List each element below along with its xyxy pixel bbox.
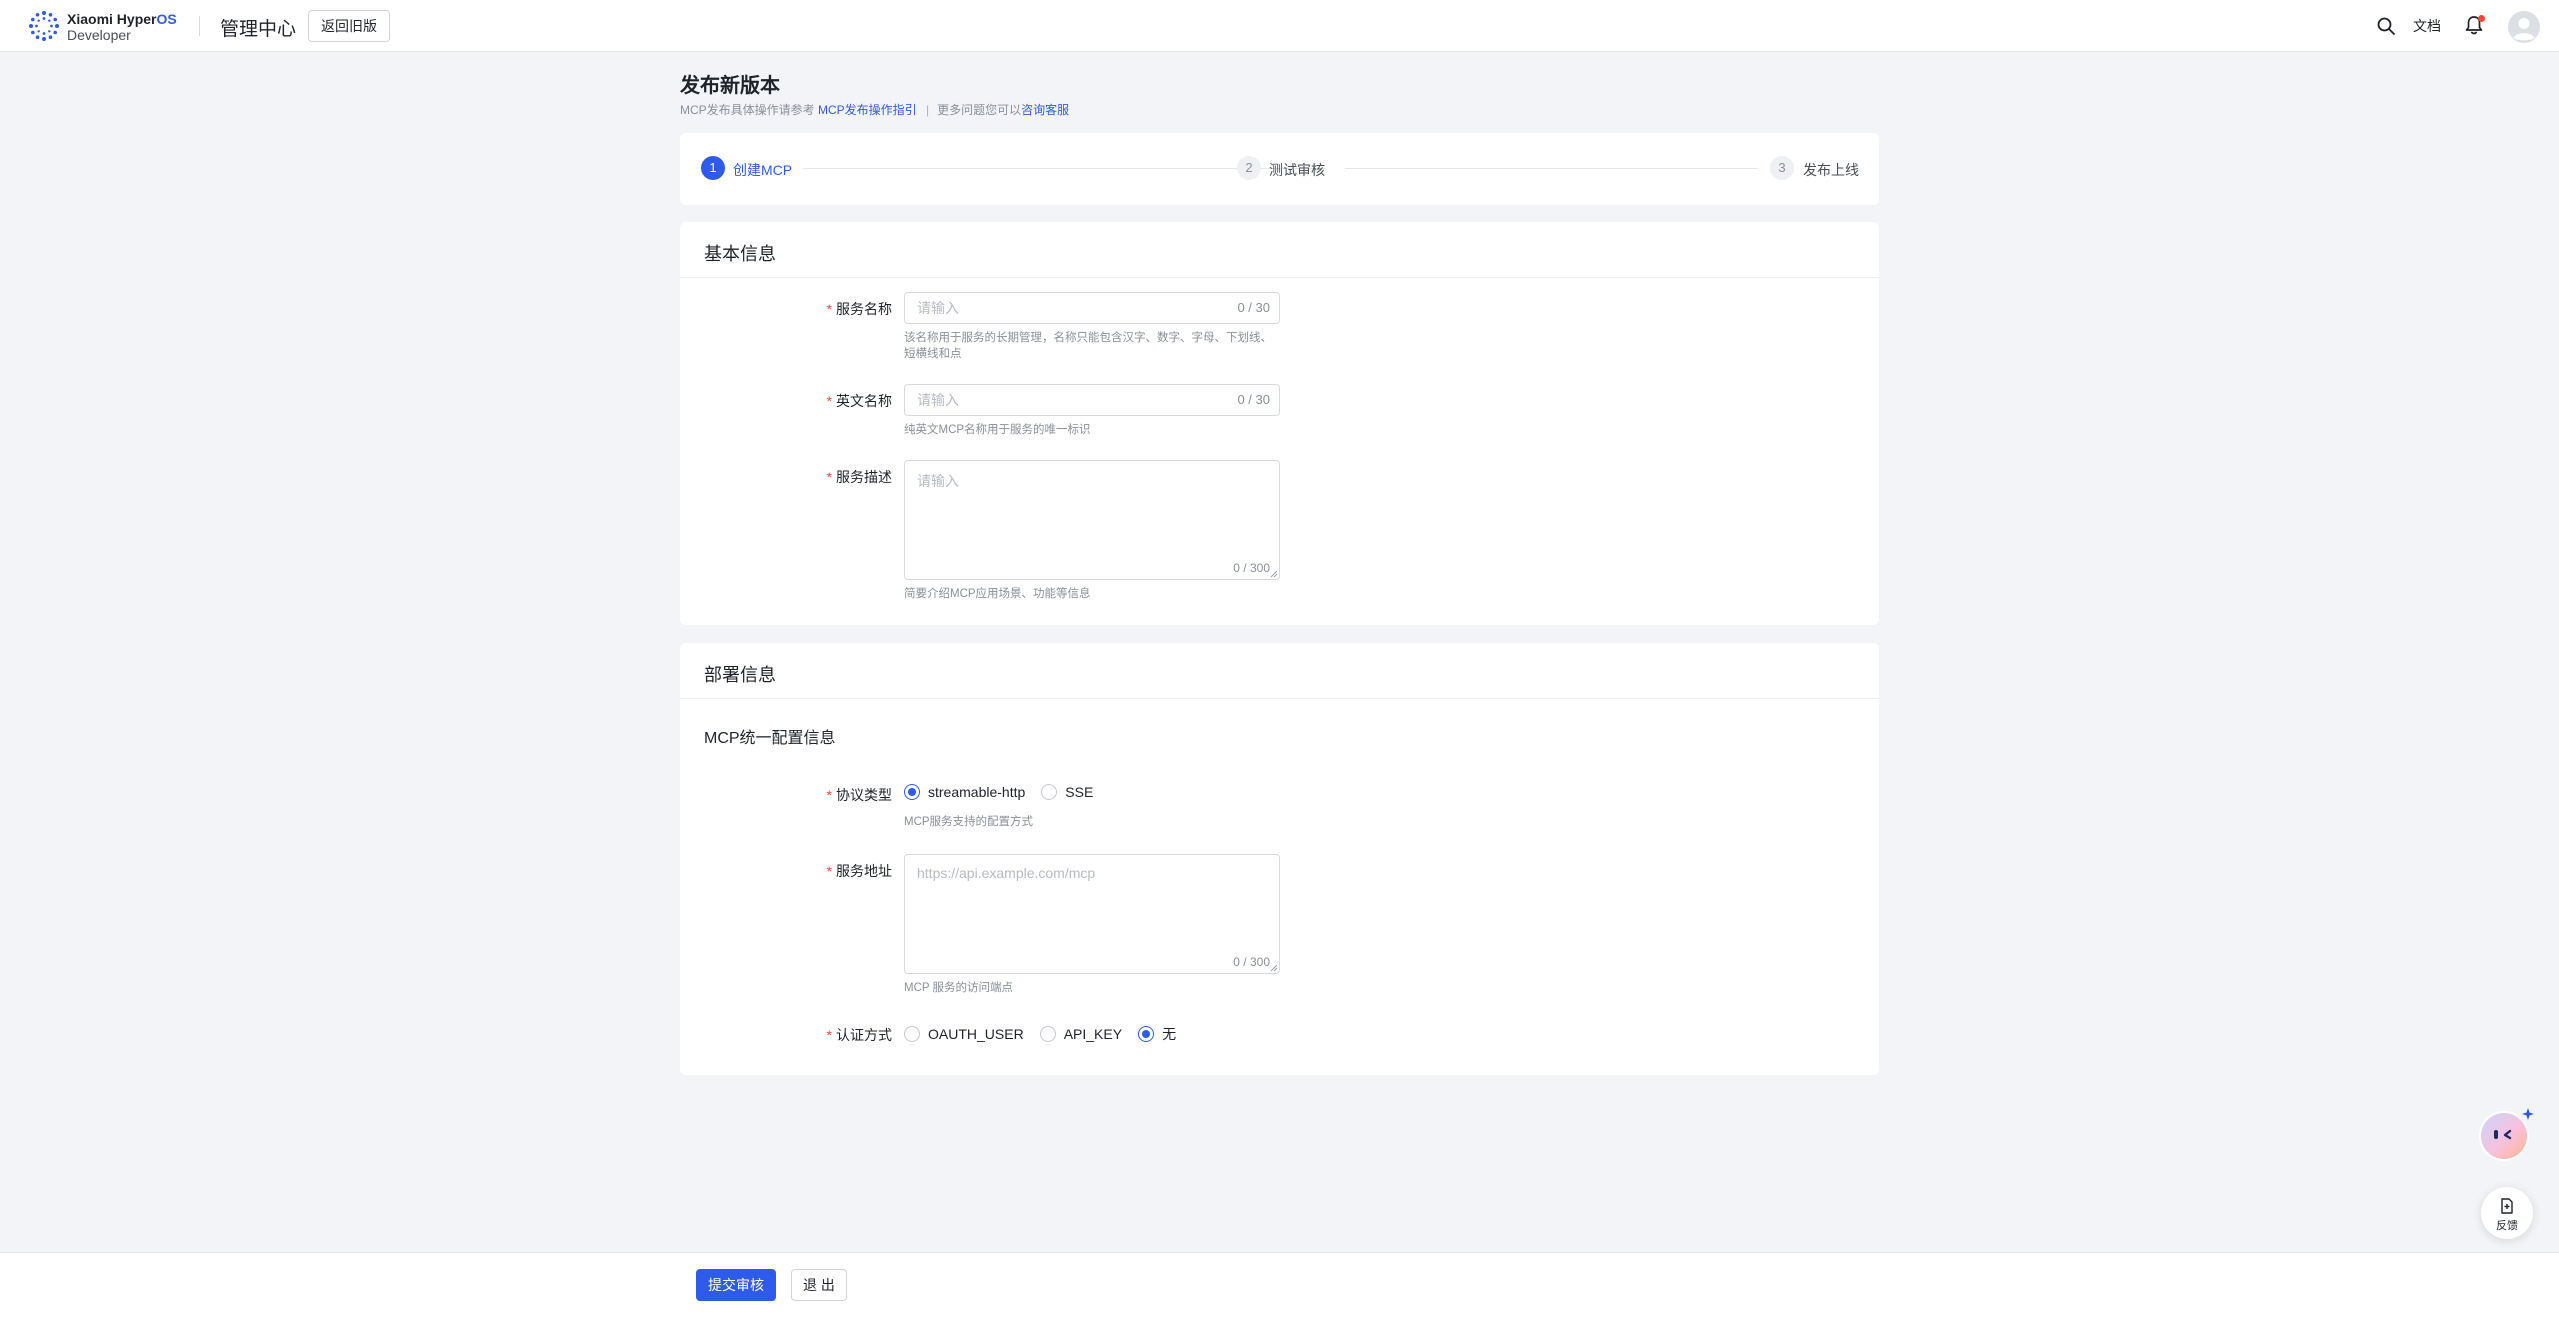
auth-option-api-key[interactable]: API_KEY	[1039, 1026, 1123, 1042]
docs-link[interactable]: 文档	[2413, 16, 2441, 36]
footer-action-bar: 提交审核 退 出	[0, 1252, 2559, 1317]
back-to-old-version-button[interactable]: 返回旧版	[308, 10, 390, 42]
protocol-radio-group: streamable-http SSE	[904, 784, 1109, 800]
protocol-option-label: SSE	[1065, 784, 1094, 800]
resize-handle-icon[interactable]	[1270, 570, 1278, 578]
customer-service-link[interactable]: 咨询客服	[1021, 103, 1069, 117]
required-mark: *	[826, 393, 832, 409]
service-address-help: MCP 服务的访问端点	[904, 982, 1014, 994]
brand-name-text: Xiaomi Hyper	[67, 11, 157, 27]
header-divider	[199, 16, 200, 36]
auth-option-none[interactable]: 无	[1138, 1024, 1176, 1044]
auth-option-label: OAUTH_USER	[928, 1026, 1024, 1042]
deploy-info-card: 部署信息 MCP统一配置信息 * 协议类型 streamable-http SSE…	[680, 643, 1879, 1075]
required-mark: *	[826, 469, 832, 485]
required-mark: *	[826, 787, 832, 803]
service-name-counter: 0 / 30	[1237, 300, 1270, 315]
card-divider	[680, 698, 1879, 699]
hint-prefix: MCP发布具体操作请参考	[680, 103, 815, 117]
step-1-number: 1	[701, 156, 725, 180]
service-name-label: * 服务名称	[772, 299, 892, 319]
step-2-label: 测试审核	[1269, 162, 1325, 178]
radio-selected-icon[interactable]	[1138, 1026, 1155, 1042]
hyperos-logo-icon[interactable]	[28, 10, 60, 42]
feedback-icon	[2501, 1198, 2513, 1214]
brand-name: Xiaomi HyperOS	[67, 11, 177, 27]
protocol-option-sse[interactable]: SSE	[1041, 784, 1093, 800]
auth-method-label: * 认证方式	[772, 1025, 892, 1045]
step-connector-2	[1345, 168, 1758, 169]
auth-option-label: API_KEY	[1063, 1026, 1123, 1042]
auth-radio-group: OAUTH_USER API_KEY 无	[904, 1024, 1192, 1044]
mcp-config-subtitle: MCP统一配置信息	[704, 730, 836, 747]
resize-handle-icon[interactable]	[1270, 964, 1278, 972]
deploy-info-title: 部署信息	[704, 665, 776, 685]
english-name-label: * 英文名称	[772, 391, 892, 411]
search-icon[interactable]	[2376, 16, 2396, 36]
service-name-help: 该名称用于服务的长期管理，名称只能包含汉字、数字、字母、下划线、短横线和点	[904, 332, 1272, 360]
required-mark: *	[826, 863, 832, 879]
submit-review-button[interactable]: 提交审核	[696, 1269, 776, 1301]
radio-selected-icon[interactable]	[904, 784, 920, 800]
top-navigation-bar: Xiaomi HyperOS Developer 管理中心 返回旧版 文档	[0, 0, 2559, 52]
english-name-label-text: 英文名称	[836, 393, 892, 409]
notification-badge	[2478, 15, 2485, 22]
required-mark: *	[826, 1027, 832, 1043]
service-description-label: * 服务描述	[772, 467, 892, 487]
step-2-number: 2	[1237, 156, 1261, 180]
step-1-label: 创建MCP	[733, 162, 793, 178]
console-title: 管理中心	[220, 19, 297, 40]
brand-subtitle: Developer	[67, 27, 131, 43]
service-description-counter: 0 / 300	[1233, 561, 1270, 575]
auth-method-label-text: 认证方式	[836, 1027, 892, 1043]
feedback-label: 反馈	[2496, 1220, 2518, 1232]
service-description-help: 简要介绍MCP应用场景、功能等信息	[904, 588, 1091, 600]
mcp-publish-guide-link[interactable]: MCP发布操作指引	[818, 103, 917, 117]
protocol-option-label: streamable-http	[928, 784, 1026, 800]
hint-middle: 更多问题您可以	[937, 103, 1022, 117]
service-address-label-text: 服务地址	[836, 863, 892, 879]
basic-info-title: 基本信息	[704, 244, 776, 264]
protocol-help: MCP服务支持的配置方式	[904, 816, 1034, 828]
brand-name-accent: OS	[156, 11, 177, 27]
radio-unselected-icon[interactable]	[1039, 1026, 1056, 1042]
required-mark: *	[826, 301, 832, 317]
exit-button[interactable]: 退 出	[791, 1269, 847, 1301]
protocol-type-label: * 协议类型	[772, 785, 892, 805]
service-address-label: * 服务地址	[772, 861, 892, 881]
basic-info-card: 基本信息 *服务名称 0 / 30 该名称用于服务的长期管理，名称只能包含汉字、…	[680, 222, 1879, 625]
hint-separator: |	[926, 103, 930, 117]
steps-card: 1 创建MCP 2 测试审核 3 发布上线	[680, 133, 1879, 205]
protocol-option-streamable-http[interactable]: streamable-http	[904, 784, 1025, 800]
card-divider	[680, 277, 1879, 278]
radio-unselected-icon[interactable]	[1041, 784, 1058, 800]
ai-assistant-icon[interactable]	[2478, 1106, 2534, 1162]
auth-option-oauth-user[interactable]: OAUTH_USER	[904, 1026, 1024, 1042]
service-address-counter: 0 / 300	[1233, 955, 1270, 969]
user-avatar-icon[interactable]	[2508, 11, 2540, 43]
feedback-button[interactable]: 反馈	[2481, 1187, 2533, 1239]
radio-unselected-icon[interactable]	[904, 1026, 920, 1042]
english-name-counter: 0 / 30	[1237, 392, 1270, 407]
service-description-label-text: 服务描述	[836, 469, 892, 485]
step-3-number: 3	[1770, 156, 1794, 180]
page-hint: MCP发布具体操作请参考 MCP发布操作指引 | 更多问题您可以咨询客服	[680, 101, 1069, 118]
protocol-type-label-text: 协议类型	[836, 787, 892, 803]
step-3-label: 发布上线	[1803, 162, 1859, 178]
english-name-help: 纯英文MCP名称用于服务的唯一标识	[904, 424, 1091, 436]
service-name-label-text: 服务名称	[836, 301, 892, 317]
page-title: 发布新版本	[680, 75, 780, 97]
auth-option-label: 无	[1162, 1026, 1177, 1042]
